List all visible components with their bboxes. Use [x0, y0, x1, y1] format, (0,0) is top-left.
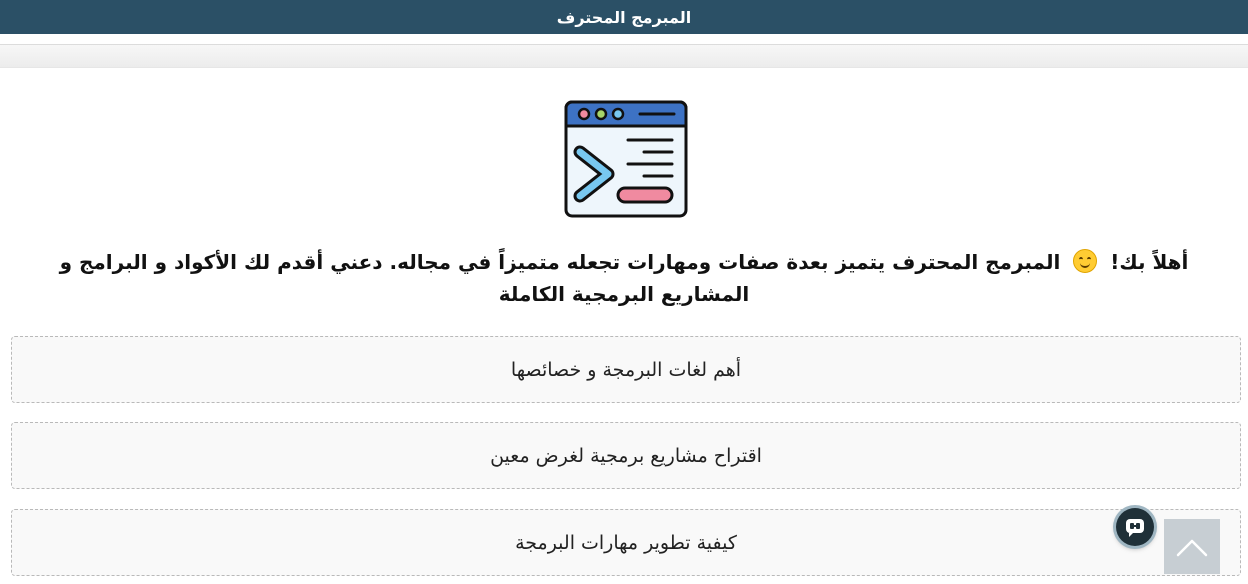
option-label: اقتراح مشاريع برمجية لغرض معين [490, 444, 762, 467]
option-improve-skills[interactable]: كيفية تطوير مهارات البرمجة [11, 509, 1241, 576]
welcome-message: أهلاً بك! المبرمج المحترف يتميز بعدة صفا… [24, 246, 1224, 310]
chat-bot-icon [1126, 519, 1144, 537]
welcome-greeting: أهلاً بك! [1110, 250, 1189, 274]
app-title: المبرمج المحترف [556, 7, 692, 27]
header-divider-bar [0, 44, 1248, 68]
chat-bot-button[interactable] [1116, 508, 1154, 546]
option-label: كيفية تطوير مهارات البرمجة [515, 531, 737, 554]
app-header: المبرمج المحترف [0, 0, 1248, 34]
page: المبرمج المحترف أهلاً بك! المبرمج المحتر… [0, 0, 1248, 584]
terminal-window-icon [564, 100, 688, 218]
welcome-body: المبرمج المحترف يتميز بعدة صفات ومهارات … [59, 250, 1061, 306]
option-label: أهم لغات البرمجة و خصائصها [510, 358, 742, 381]
chevron-up-icon [1176, 539, 1208, 556]
option-project-suggestions[interactable]: اقتراح مشاريع برمجية لغرض معين [11, 422, 1241, 489]
scroll-to-top-button[interactable] [1164, 519, 1220, 574]
smiling-face-icon [1073, 249, 1098, 273]
option-programming-languages[interactable]: أهم لغات البرمجة و خصائصها [11, 336, 1241, 403]
